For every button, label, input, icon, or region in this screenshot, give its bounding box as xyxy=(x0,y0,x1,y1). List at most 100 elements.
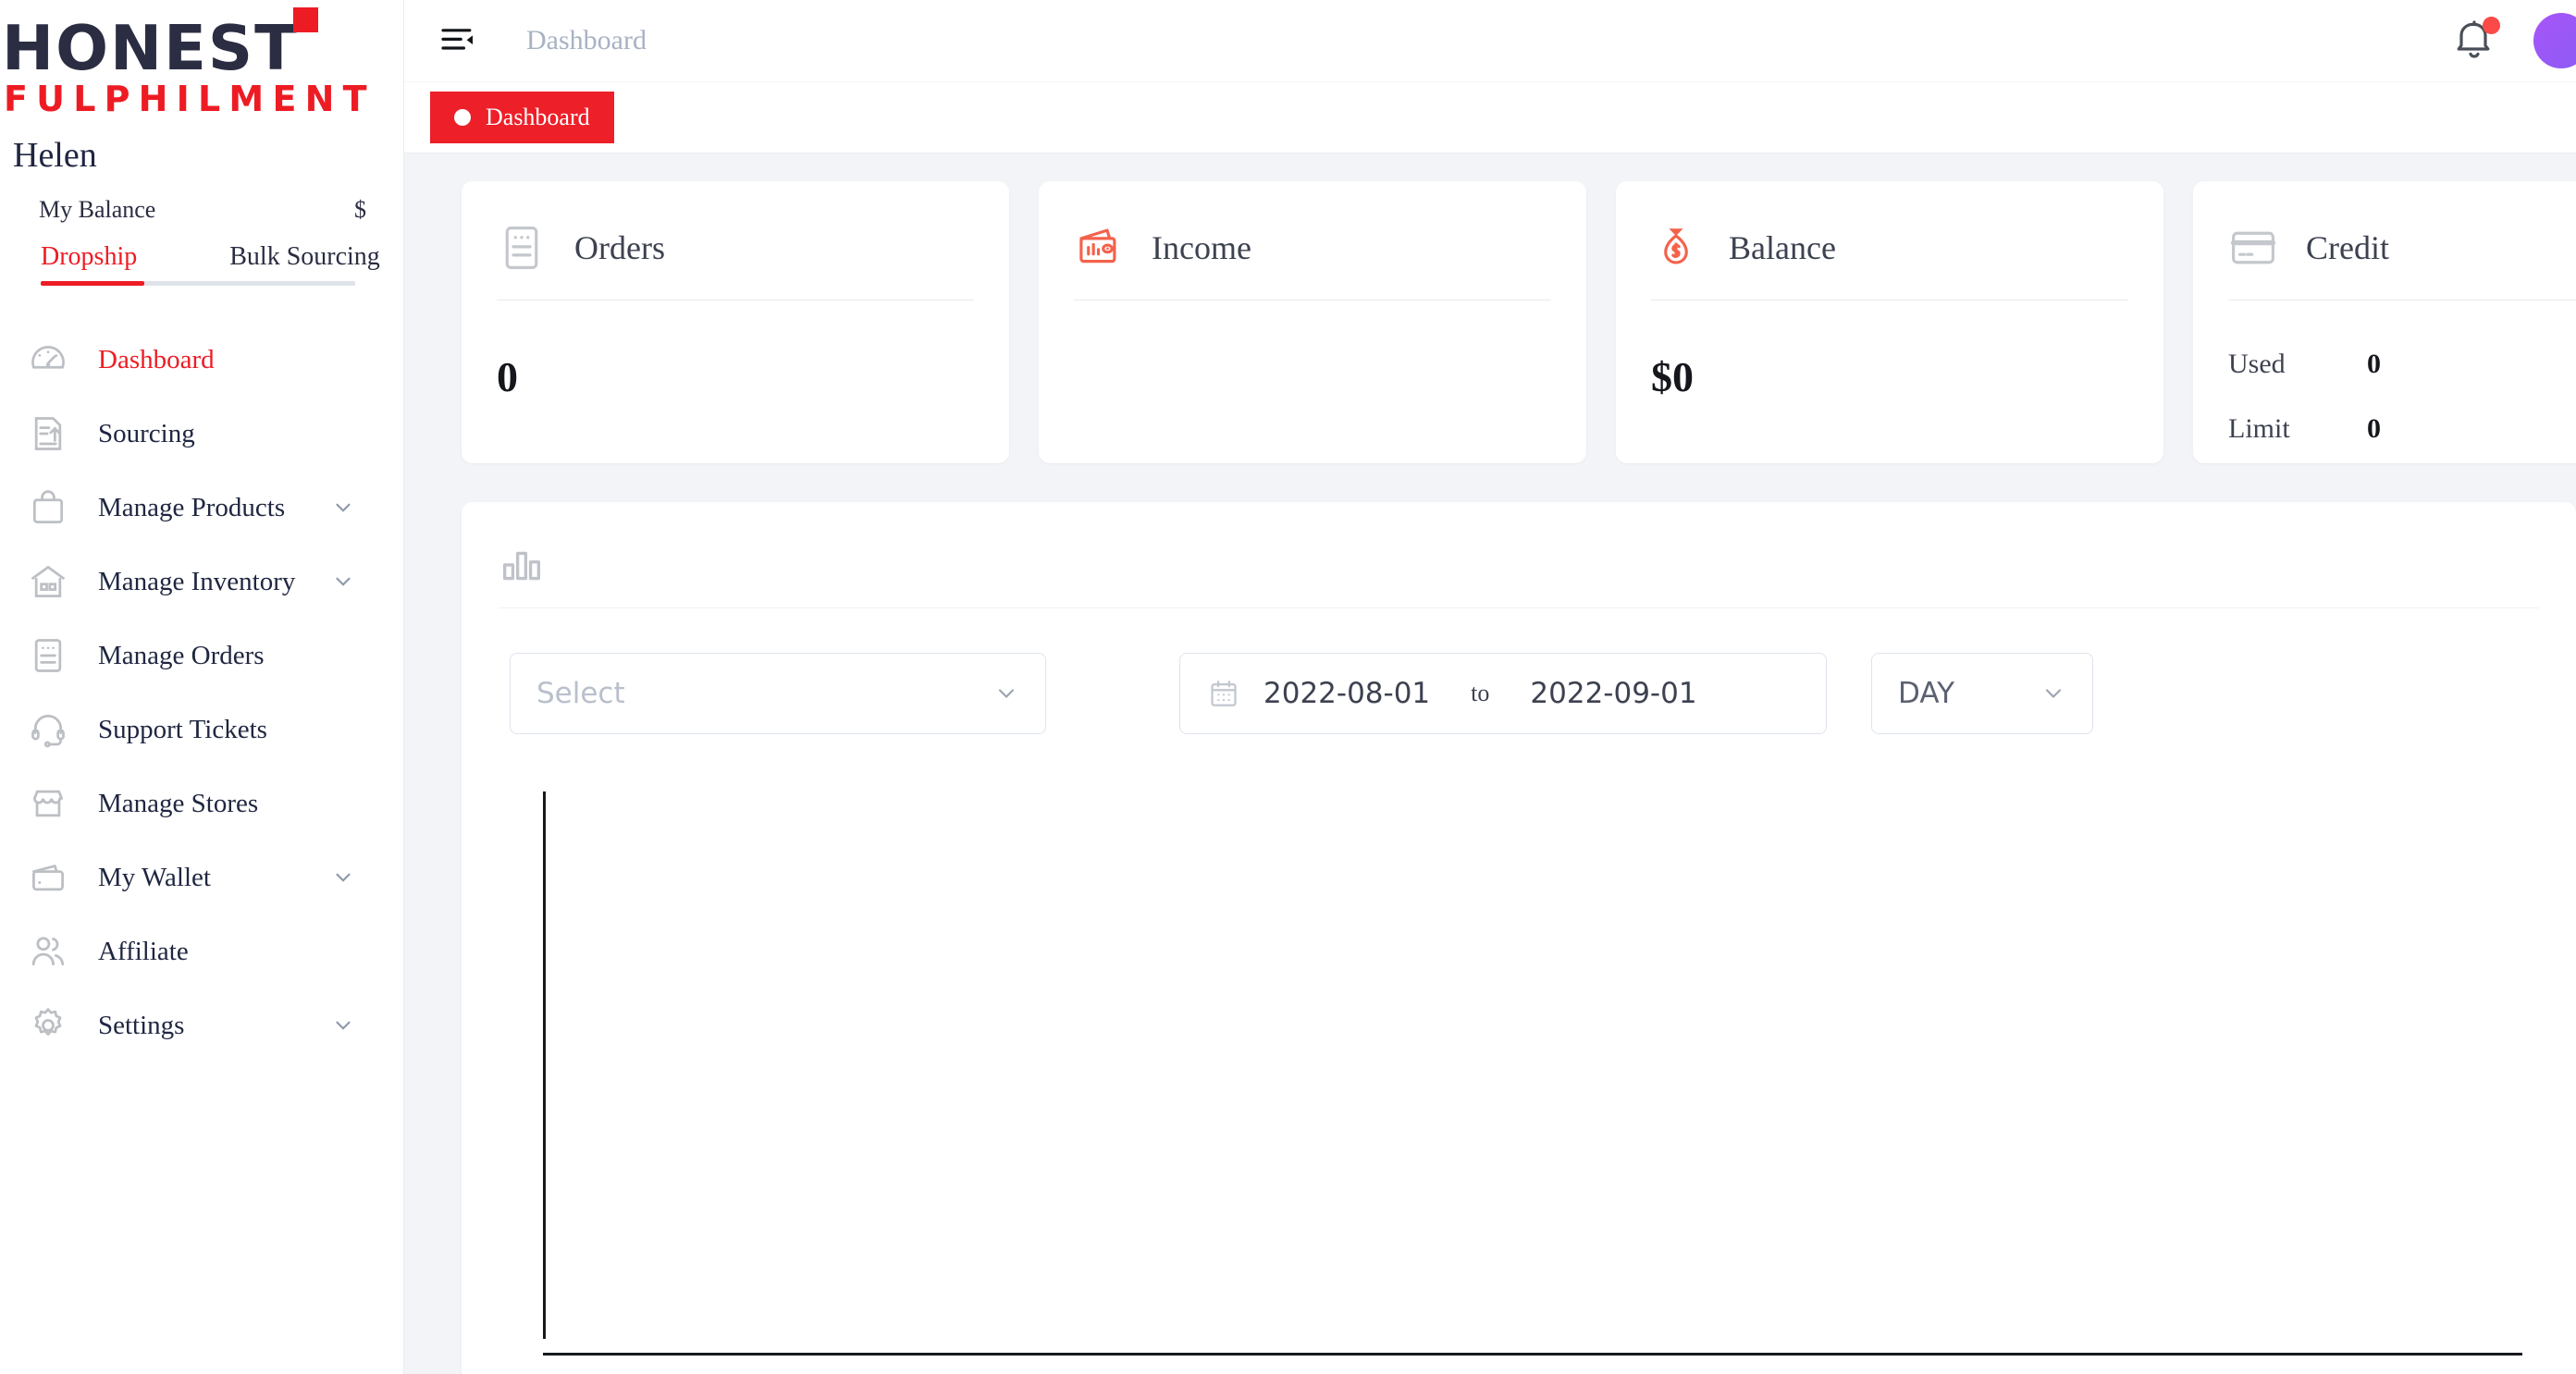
card-header: Balance xyxy=(1651,213,2128,283)
notification-dot xyxy=(2483,17,2500,34)
sidebar-item-dashboard[interactable]: Dashboard xyxy=(0,323,403,397)
segment-tab-dropship[interactable]: Dropship xyxy=(41,242,137,272)
chart-x-axis xyxy=(543,1353,2522,1356)
chart-panel-divider xyxy=(499,607,2539,608)
logo-accent-square xyxy=(293,7,318,32)
sidebar-item-manage-inventory[interactable]: Manage Inventory xyxy=(0,545,403,619)
card-title: Balance xyxy=(1729,229,1836,266)
sidebar-item-support-tickets[interactable]: Support Tickets xyxy=(0,693,403,767)
main-content: Orders 0 Income Balance $0 Credit Used 0… xyxy=(404,153,2576,1374)
sidebar-item-my-wallet[interactable]: My Wallet xyxy=(0,840,403,914)
sidebar-item-label: Settings xyxy=(98,1010,185,1040)
stat-cards-row: Orders 0 Income Balance $0 Credit Used 0… xyxy=(404,181,2576,463)
tab-active-dot-icon xyxy=(454,108,471,126)
gear-icon xyxy=(24,1001,72,1049)
speedometer-icon xyxy=(24,336,72,384)
credit-label: Used xyxy=(2228,349,2286,379)
sidebar-item-label: Support Tickets xyxy=(98,714,267,744)
stat-card-credit: Credit Used 0 Limit 0 xyxy=(2193,181,2576,463)
granularity-value: DAY xyxy=(1898,677,1955,710)
breadcrumb: Dashboard xyxy=(526,25,647,55)
logo-fulphilment-text: FULPHILMENT xyxy=(4,79,376,120)
sidebar-item-label: Manage Orders xyxy=(98,640,265,670)
card-title: Income xyxy=(1152,229,1251,266)
card-divider xyxy=(1074,300,1551,301)
card-header: Orders xyxy=(497,213,974,283)
sidebar-item-manage-stores[interactable]: Manage Stores xyxy=(0,767,403,840)
tab-strip: Dashboard xyxy=(404,81,2576,153)
tab-dashboard[interactable]: Dashboard xyxy=(430,91,614,143)
stat-card-balance: Balance $0 xyxy=(1616,181,2163,463)
credit-card-icon xyxy=(2228,223,2278,273)
topbar-actions xyxy=(2452,13,2576,68)
card-divider xyxy=(2228,300,2576,301)
brand-logo[interactable]: HONEST FULPHILMENT xyxy=(0,0,403,120)
credit-rows: Used 0 Limit 0 xyxy=(2228,332,2576,461)
logo-honest-text: HONEST xyxy=(2,12,299,84)
chevron-down-icon[interactable] xyxy=(331,1013,355,1037)
credit-row-used: Used 0 xyxy=(2228,332,2576,397)
credit-label: Limit xyxy=(2228,413,2290,444)
dashboard-page: HONEST FULPHILMENT Helen My Balance $ Dr… xyxy=(0,0,2576,1374)
chevron-down-icon[interactable] xyxy=(331,865,355,889)
chevron-down-icon[interactable] xyxy=(993,681,1019,706)
my-balance-label: My Balance xyxy=(39,196,156,224)
order-list-icon xyxy=(497,223,547,273)
card-title: Orders xyxy=(574,229,665,266)
income-wallet-icon xyxy=(1074,223,1124,273)
avatar[interactable] xyxy=(2533,13,2576,68)
shopping-bag-icon xyxy=(24,484,72,532)
sidebar: HONEST FULPHILMENT Helen My Balance $ Dr… xyxy=(0,0,404,1374)
my-balance-value: $ xyxy=(354,196,366,224)
date-range-picker[interactable]: 2022-08-01 to 2022-09-01 xyxy=(1179,653,1827,734)
user-name: Helen xyxy=(13,136,97,176)
topbar: Dashboard xyxy=(404,0,2576,81)
order-list-icon xyxy=(24,632,72,680)
chevron-down-icon[interactable] xyxy=(331,570,355,594)
credit-value: 0 xyxy=(2367,413,2381,444)
document-upload-icon xyxy=(24,410,72,458)
sidebar-item-label: Manage Stores xyxy=(98,788,259,818)
store-select-placeholder: Select xyxy=(536,677,625,710)
sidebar-item-sourcing[interactable]: Sourcing xyxy=(0,397,403,471)
storefront-icon xyxy=(24,779,72,828)
hamburger-collapse-icon[interactable] xyxy=(438,20,478,61)
headset-icon xyxy=(24,705,72,754)
segment-tab-bulk-sourcing[interactable]: Bulk Sourcing xyxy=(229,242,380,272)
card-divider xyxy=(1651,300,2128,301)
my-balance-row[interactable]: My Balance $ xyxy=(0,176,403,224)
sidebar-item-label: Affiliate xyxy=(98,936,189,966)
sidebar-item-manage-orders[interactable]: Manage Orders xyxy=(0,619,403,693)
card-value: $0 xyxy=(1651,353,1694,400)
calendar-icon xyxy=(1208,678,1239,709)
sidebar-item-settings[interactable]: Settings xyxy=(0,988,403,1062)
store-select[interactable]: Select xyxy=(510,653,1046,734)
stat-card-income: Income xyxy=(1039,181,1586,463)
chevron-down-icon[interactable] xyxy=(331,496,355,520)
card-header: Credit xyxy=(2228,213,2576,283)
sidebar-item-label: Sourcing xyxy=(98,418,195,448)
sidebar-item-affiliate[interactable]: Affiliate xyxy=(0,914,403,988)
sidebar-item-label: Dashboard xyxy=(98,344,215,374)
money-bag-icon xyxy=(1651,223,1701,273)
date-range-separator: to xyxy=(1471,680,1490,706)
wallet-icon xyxy=(24,853,72,902)
segment-underline xyxy=(41,281,355,287)
chevron-down-icon[interactable] xyxy=(2040,681,2066,706)
date-range-start[interactable]: 2022-08-01 xyxy=(1263,677,1430,710)
card-title: Credit xyxy=(2306,229,2389,266)
chart-panel-header xyxy=(499,534,2539,598)
sidebar-item-label: Manage Products xyxy=(98,492,286,522)
granularity-select[interactable]: DAY xyxy=(1871,653,2093,734)
stat-card-orders: Orders 0 xyxy=(462,181,1009,463)
notification-bell-icon[interactable] xyxy=(2452,17,2500,63)
chart-filters: Select 2022-08-01 to 2022-09-01 DAY xyxy=(499,653,2539,734)
date-range-end[interactable]: 2022-09-01 xyxy=(1530,677,1696,710)
card-value: 0 xyxy=(497,353,518,400)
sidebar-item-manage-products[interactable]: Manage Products xyxy=(0,471,403,545)
warehouse-icon xyxy=(24,558,72,606)
credit-row-limit: Limit 0 xyxy=(2228,397,2576,461)
credit-value: 0 xyxy=(2367,349,2381,379)
card-header: Income xyxy=(1074,213,1551,283)
chart-panel: Select 2022-08-01 to 2022-09-01 DAY xyxy=(462,502,2576,1374)
